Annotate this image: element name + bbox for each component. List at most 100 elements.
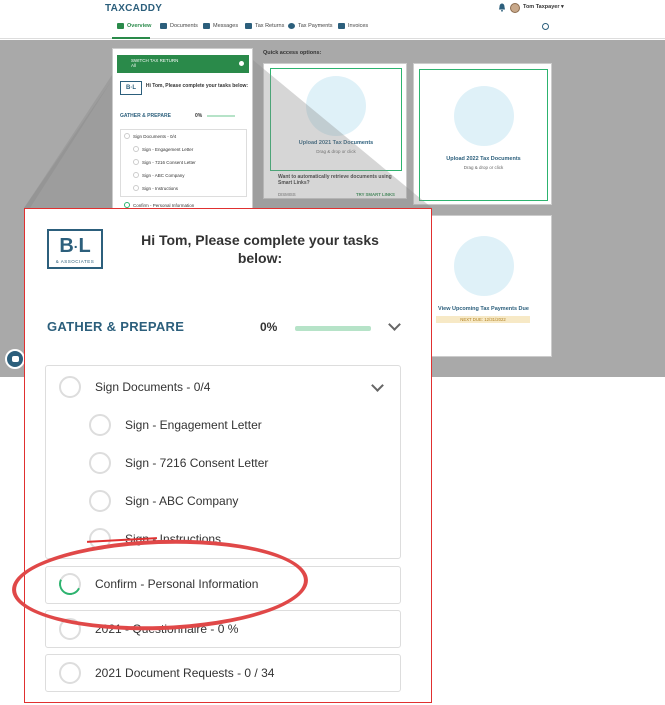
main-nav: Overview Documents Messages Tax Returns … [0,17,665,39]
list-item[interactable]: Sign - 7216 Consent Letter [89,452,268,474]
task-label: Confirm - Personal Information [133,202,195,208]
upload-illustration [454,86,514,146]
list-item[interactable]: Sign - ABC Company [89,490,238,512]
list-item[interactable]: Sign - 7216 Consent Letter [133,159,196,165]
switch-sub: All [131,63,137,68]
task-label: Sign - Engagement Letter [142,146,194,152]
tab-overview[interactable]: Overview [117,23,151,29]
zoomed-task-panel: B·L & ASSOCIATES Hi Tom, Please complete… [24,208,432,703]
progress-percent-small: 0% [195,113,203,119]
status-circle-icon [133,146,139,152]
tab-invoices[interactable]: Invoices [338,23,368,29]
app-root: TAXCADDY Tom Taxpayer ▾ Overview Documen… [0,0,665,705]
list-item[interactable]: Sign - Engagement Letter [133,146,193,152]
tab-documents[interactable]: Documents [160,23,198,29]
status-circle-icon [133,159,139,165]
status-circle-icon [89,452,111,474]
chat-icon [12,356,19,362]
greeting-line: below: [237,250,283,266]
list-item[interactable]: Confirm - Personal Information [55,569,259,599]
tab-tax-returns[interactable]: Tax Returns [245,23,284,29]
close-icon[interactable] [239,61,244,66]
card-title: View Upcoming Tax Payments Due [438,306,529,312]
list-item[interactable]: Sign - Engagement Letter [89,414,262,436]
card-subtitle: Drag & drop or click [316,149,356,154]
dollar-icon [288,23,295,29]
task-label: Confirm - Personal Information [95,577,259,591]
card-title: Upload 2022 Tax Documents [446,156,521,162]
taxcaddy-logo[interactable]: TAXCADDY [105,3,162,14]
task-label: Sign - Instructions [142,185,179,191]
task-label: Sign - 7216 Consent Letter [125,456,269,470]
gather-prepare-heading[interactable]: GATHER & PREPARE [47,319,184,334]
return-icon [245,23,252,29]
tax-payments-card[interactable]: View Upcoming Tax Payments Due NEXT DUE:… [413,215,552,357]
home-icon [117,23,124,29]
task-label: Sign - 7216 Consent Letter [142,159,196,165]
invoice-icon [338,23,345,29]
status-circle-icon [59,376,81,398]
task-label: 2021 Document Requests - 0 / 34 [95,666,275,680]
chevron-down-icon[interactable] [388,318,401,331]
progress-bar-small [207,115,235,117]
dismiss-link[interactable]: DISMISS [278,192,296,197]
try-smart-links-link[interactable]: TRY SMART LINKS [356,192,395,197]
tab-label: Tax Payments [298,23,333,29]
bell-icon[interactable] [498,3,506,12]
status-circle-icon [133,172,139,178]
top-header: TAXCADDY Tom Taxpayer ▾ [0,0,665,17]
payments-illustration [454,236,514,296]
avatar[interactable] [510,3,520,13]
task-label: 2021 - Questionnaire - 0 % [95,622,239,636]
chat-button[interactable] [5,349,25,369]
list-item[interactable]: Sign - ABC Company [133,172,185,178]
status-circle-icon [89,414,111,436]
user-menu[interactable]: Tom Taxpayer ▾ [523,4,564,10]
folder-icon [160,23,167,29]
message-icon [203,23,210,29]
logo-subtitle: & ASSOCIATES [55,258,95,264]
upload-2022-card[interactable]: Upload 2022 Tax Documents Drag & drop or… [413,63,552,205]
greeting-line: Hi Tom, Please complete your tasks [141,232,379,248]
task-label: Sign - Engagement Letter [125,418,262,432]
card-title: Upload 2021 Tax Documents [298,140,374,146]
tab-label: Tax Returns [255,23,285,29]
search-icon[interactable] [542,23,549,30]
status-circle-icon [59,662,81,684]
task-label: Sign - ABC Company [125,494,239,508]
status-circle-icon [59,618,81,640]
status-circle-icon [89,490,111,512]
tab-label: Invoices [348,23,369,29]
list-item[interactable]: 2021 - Questionnaire - 0 % [59,618,238,640]
tab-tax-payments[interactable]: Tax Payments [288,23,333,29]
greeting-heading: Hi Tom, Please complete your tasks below… [125,231,395,267]
firm-logo-small: B·L [120,81,142,95]
card-subtitle: Drag & drop or click [463,165,504,170]
list-item[interactable]: Sign Documents - 0/4 [124,133,176,139]
upload-2021-card[interactable]: Upload 2021 Tax Documents Drag & drop or… [263,63,407,199]
switch-tax-return-button[interactable]: SWITCH TAX RETURN All [117,55,249,73]
tab-messages[interactable]: Messages [203,23,238,29]
logo-letter-b: B [59,235,74,257]
in-progress-circle-icon [55,569,85,599]
firm-logo: B·L & ASSOCIATES [47,229,103,269]
upload-illustration [306,76,366,136]
smart-links-prompt: Want to automatically retrieve documents… [278,174,392,186]
status-circle-icon [133,185,139,191]
task-label: Sign Documents - 0/4 [133,133,177,139]
quick-access-label: Quick access options: [263,50,322,56]
greeting-small: Hi Tom, Please complete your tasks below… [145,83,249,89]
task-label: Sign - ABC Company [142,172,185,178]
tab-label: Messages [213,23,239,29]
list-item[interactable]: Sign - Instructions [133,185,178,191]
tab-label: Overview [127,23,152,29]
task-label: Sign Documents - 0/4 [95,380,211,394]
progress-bar [295,326,371,331]
list-item[interactable]: Sign Documents - 0/4 [59,376,210,398]
logo-letter-l: L [78,235,91,257]
tab-label: Documents [170,23,198,29]
progress-percent: 0% [260,320,278,334]
active-tab-indicator [112,37,150,39]
status-circle-icon [124,133,130,139]
list-item[interactable]: 2021 Document Requests - 0 / 34 [59,662,274,684]
